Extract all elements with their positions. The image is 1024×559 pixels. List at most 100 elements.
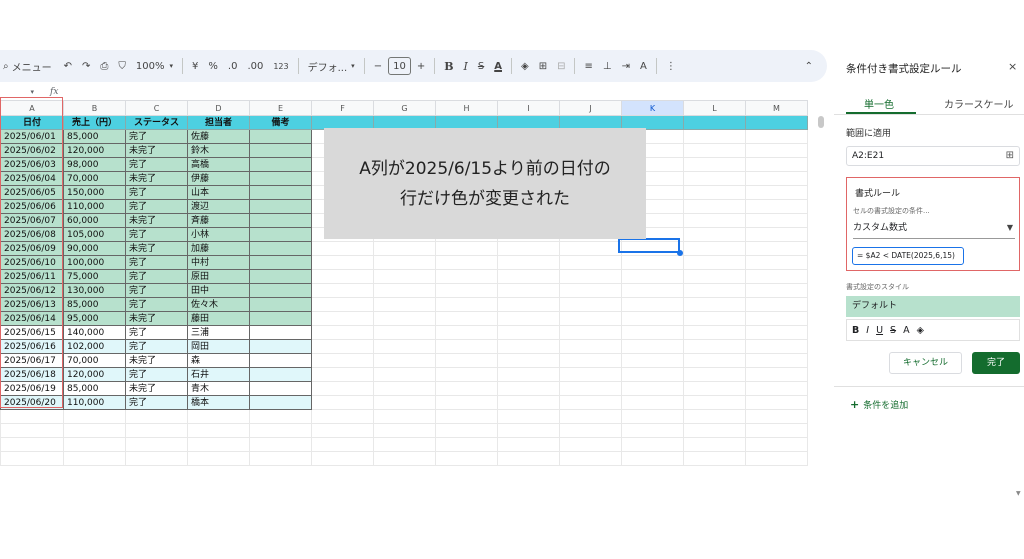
empty-cell[interactable] [683, 297, 746, 312]
cell-note[interactable] [249, 381, 312, 396]
italic-button[interactable]: I [866, 325, 869, 336]
empty-cell[interactable] [745, 269, 808, 284]
cell-sales[interactable]: 60,000 [63, 213, 126, 228]
cell-person[interactable]: 岡田 [187, 339, 250, 354]
empty-cell[interactable] [63, 451, 126, 466]
empty-cell[interactable] [497, 395, 560, 410]
empty-cell[interactable] [621, 381, 684, 396]
cell-date[interactable]: 2025/06/11 [0, 269, 64, 284]
empty-cell[interactable] [373, 395, 436, 410]
empty-cell[interactable] [745, 241, 808, 256]
empty-cell[interactable] [373, 297, 436, 312]
cell-sales[interactable]: 70,000 [63, 353, 126, 368]
selected-cell[interactable] [618, 238, 680, 253]
header-cell[interactable]: 日付 [0, 115, 64, 130]
empty-cell[interactable] [311, 283, 374, 298]
empty-cell[interactable] [745, 381, 808, 396]
empty-cell[interactable] [435, 437, 498, 452]
empty-cell[interactable] [249, 423, 312, 438]
empty-cell[interactable] [621, 325, 684, 340]
cell-sales[interactable]: 70,000 [63, 171, 126, 186]
number-format-button[interactable]: 123 [269, 55, 292, 77]
underline-button[interactable]: U [876, 325, 883, 336]
cell-status[interactable]: 完了 [125, 199, 188, 214]
cell-sales[interactable]: 120,000 [63, 143, 126, 158]
empty-cell[interactable] [187, 423, 250, 438]
column-header-b[interactable]: B [63, 100, 126, 116]
empty-cell[interactable] [745, 185, 808, 200]
cell-status[interactable]: 完了 [125, 297, 188, 312]
empty-cell[interactable] [559, 311, 622, 326]
more-options-icon[interactable]: ⋮ [662, 55, 680, 77]
empty-cell[interactable] [745, 129, 808, 144]
empty-cell[interactable] [559, 325, 622, 340]
column-header-f[interactable]: F [311, 100, 374, 116]
empty-cell[interactable] [621, 269, 684, 284]
cell-person[interactable]: 鈴木 [187, 143, 250, 158]
empty-cell[interactable] [745, 143, 808, 158]
empty-cell[interactable] [373, 255, 436, 270]
strikethrough-button[interactable]: S [474, 55, 488, 77]
empty-cell[interactable] [497, 353, 560, 368]
empty-cell[interactable] [559, 241, 622, 256]
grid-select-icon[interactable]: ⊞ [1006, 147, 1014, 165]
cell-sales[interactable]: 110,000 [63, 199, 126, 214]
empty-cell[interactable] [249, 451, 312, 466]
cell-sales[interactable]: 98,000 [63, 157, 126, 172]
cell-note[interactable] [249, 213, 312, 228]
empty-cell[interactable] [125, 437, 188, 452]
cell-status[interactable]: 完了 [125, 325, 188, 340]
column-header-i[interactable]: I [497, 100, 560, 116]
empty-cell[interactable] [187, 437, 250, 452]
empty-cell[interactable] [621, 353, 684, 368]
cell-sales[interactable]: 95,000 [63, 311, 126, 326]
empty-cell[interactable] [497, 283, 560, 298]
header-cell[interactable]: 担当者 [187, 115, 250, 130]
done-button[interactable]: 完了 [972, 352, 1020, 374]
cell-sales[interactable]: 90,000 [63, 241, 126, 256]
empty-cell[interactable] [311, 339, 374, 354]
empty-cell[interactable] [745, 395, 808, 410]
font-size-increase-button[interactable]: + [413, 55, 429, 77]
custom-formula-input[interactable]: = $A2 < DATE(2025,6,15) [852, 247, 964, 265]
empty-cell[interactable] [745, 297, 808, 312]
empty-cell[interactable] [745, 437, 808, 452]
cell-date[interactable]: 2025/06/05 [0, 185, 64, 200]
empty-cell[interactable] [683, 367, 746, 382]
empty-cell[interactable] [311, 269, 374, 284]
cell-person[interactable]: 青木 [187, 381, 250, 396]
cell-person[interactable]: 三浦 [187, 325, 250, 340]
empty-cell[interactable] [311, 451, 374, 466]
empty-cell[interactable] [187, 451, 250, 466]
name-box[interactable]: ▾ [0, 87, 38, 97]
empty-cell[interactable] [745, 115, 808, 130]
cell-sales[interactable]: 120,000 [63, 367, 126, 382]
empty-cell[interactable] [559, 353, 622, 368]
empty-cell[interactable] [683, 255, 746, 270]
cell-person[interactable]: 小林 [187, 227, 250, 242]
empty-cell[interactable] [435, 241, 498, 256]
tab-color-scale[interactable]: カラースケール [944, 96, 1014, 111]
empty-cell[interactable] [621, 339, 684, 354]
empty-cell[interactable] [373, 325, 436, 340]
empty-cell[interactable] [621, 437, 684, 452]
empty-cell[interactable] [311, 311, 374, 326]
cell-note[interactable] [249, 185, 312, 200]
cell-note[interactable] [249, 171, 312, 186]
cell-person[interactable]: 加藤 [187, 241, 250, 256]
empty-cell[interactable] [125, 451, 188, 466]
empty-cell[interactable] [373, 367, 436, 382]
cell-person[interactable]: 渡辺 [187, 199, 250, 214]
empty-cell[interactable] [683, 437, 746, 452]
borders-icon[interactable]: ⊞ [535, 55, 551, 77]
empty-cell[interactable] [435, 451, 498, 466]
increase-decimal-button[interactable]: .00 [243, 55, 267, 77]
cell-date[interactable]: 2025/06/08 [0, 227, 64, 242]
undo-icon[interactable]: ↶ [60, 55, 76, 77]
search-menus-button[interactable]: ⌕ メニュー [1, 55, 58, 77]
empty-cell[interactable] [311, 297, 374, 312]
header-cell[interactable]: 備考 [249, 115, 312, 130]
cell-date[interactable]: 2025/06/09 [0, 241, 64, 256]
cell-note[interactable] [249, 297, 312, 312]
empty-cell[interactable] [0, 423, 64, 438]
